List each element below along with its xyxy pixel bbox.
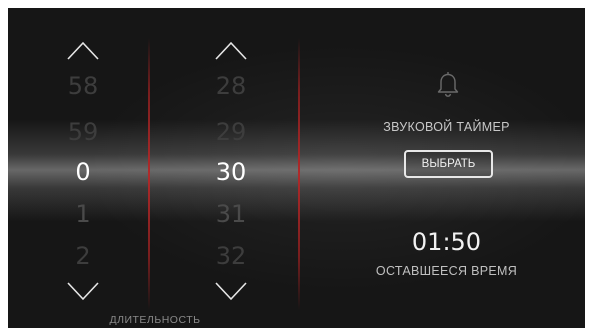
seconds-value[interactable]: 28 xyxy=(191,72,271,100)
minutes-value[interactable]: 59 xyxy=(43,118,123,146)
select-sound-button[interactable]: ВЫБРАТЬ xyxy=(404,150,493,178)
remaining-time-value: 01:50 xyxy=(411,228,482,256)
sound-timer-panel: ЗВУКОВОЙ ТАЙМЕР ВЫБРАТЬ 01:50 ОСТАВШЕЕСЯ… xyxy=(308,8,585,328)
minutes-value[interactable]: 2 xyxy=(43,242,123,270)
timer-screen: 58 59 0 1 2 28 29 30 31 32 ДЛИТЕЛЬНОСТЬ xyxy=(8,8,585,328)
seconds-up-chevron-icon[interactable] xyxy=(215,40,247,60)
bell-icon xyxy=(436,70,460,98)
seconds-value[interactable]: 32 xyxy=(191,242,271,270)
minutes-value[interactable]: 1 xyxy=(43,200,123,228)
seconds-down-chevron-icon[interactable] xyxy=(215,282,247,302)
sound-timer-label: ЗВУКОВОЙ ТАЙМЕР xyxy=(383,120,510,134)
minutes-value[interactable]: 58 xyxy=(43,72,123,100)
seconds-value[interactable]: 29 xyxy=(191,118,271,146)
column-divider xyxy=(148,38,150,310)
minutes-down-chevron-icon[interactable] xyxy=(67,282,99,302)
duration-label: ДЛИТЕЛЬНОСТЬ xyxy=(109,314,201,326)
seconds-selected-value[interactable]: 30 xyxy=(191,158,271,186)
seconds-value[interactable]: 31 xyxy=(191,200,271,228)
remaining-time-label: ОСТАВШЕЕСЯ ВРЕМЯ xyxy=(375,264,518,278)
minutes-selected-value[interactable]: 0 xyxy=(43,158,123,186)
column-divider xyxy=(298,38,300,310)
minutes-up-chevron-icon[interactable] xyxy=(67,40,99,60)
